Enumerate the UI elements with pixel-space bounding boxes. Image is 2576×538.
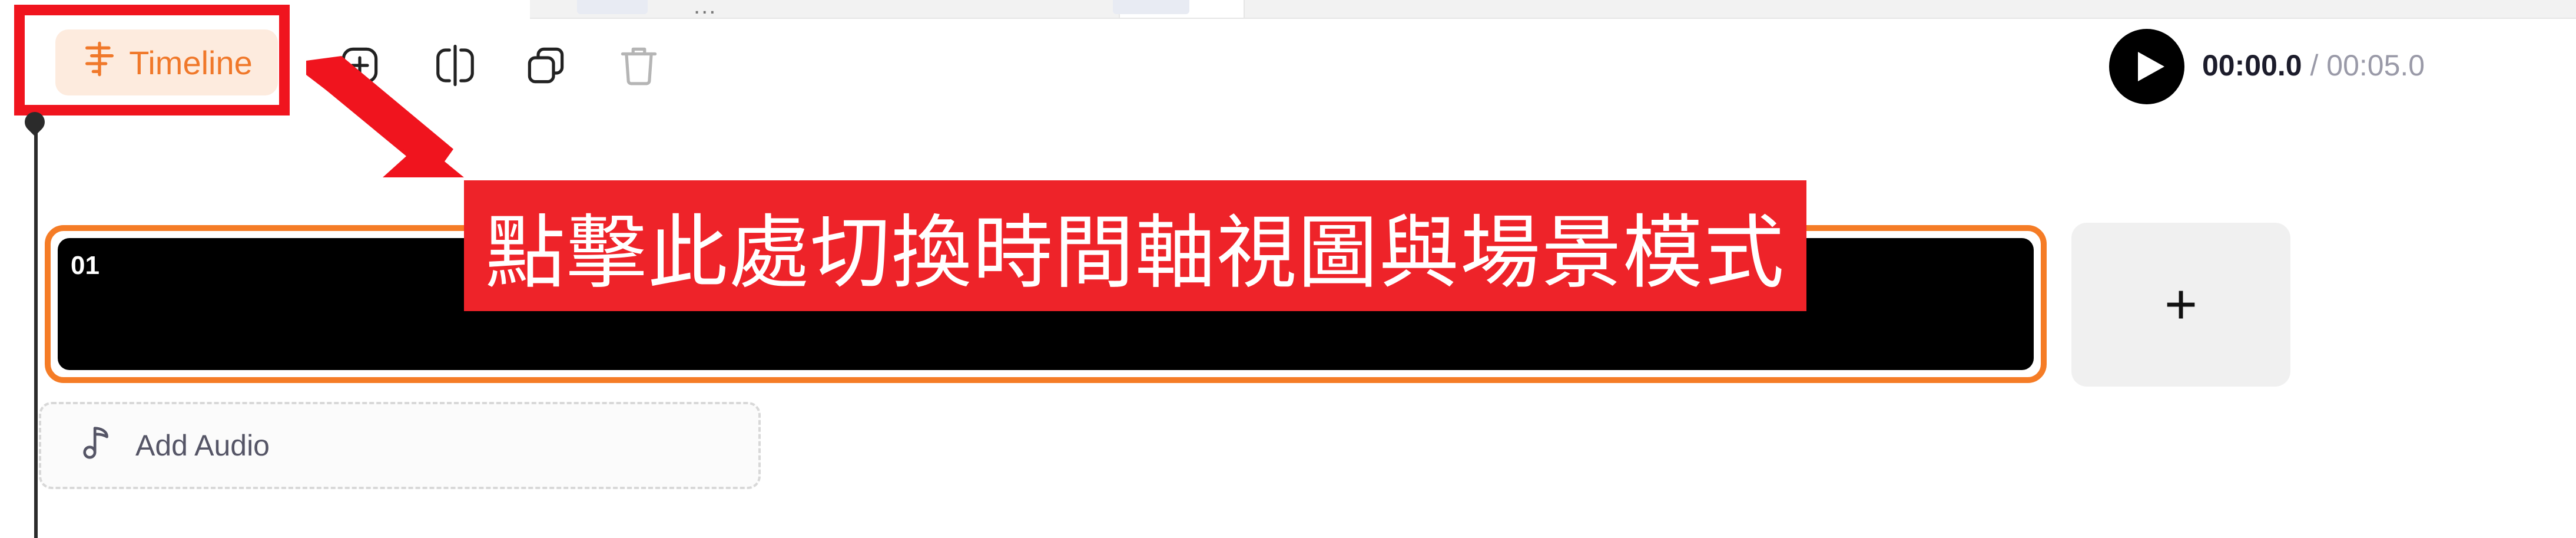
top-ghost-item <box>577 0 648 14</box>
play-button[interactable] <box>2109 29 2184 104</box>
time-readout: 00:00.0 / 00:05.0 <box>2202 48 2425 82</box>
add-scene-button[interactable]: + <box>2071 223 2290 387</box>
annotation-callout: 點擊此處切換時間軸視圖與場景模式 <box>464 180 1806 311</box>
add-audio-label: Add Audio <box>135 429 270 462</box>
play-icon <box>2138 52 2164 81</box>
top-ghost-item <box>1113 0 1189 14</box>
total-time: 00:05.0 <box>2326 49 2425 82</box>
scene-number: 01 <box>71 251 100 280</box>
top-panel-edge <box>530 0 2576 19</box>
delete-icon[interactable] <box>616 42 662 88</box>
current-time: 00:00.0 <box>2202 49 2302 82</box>
time-separator: / <box>2302 49 2327 82</box>
more-dots[interactable]: ... <box>694 0 717 19</box>
timeline-editor: ... Timeline 01 點擊此處切換時間軸視圖與場景模式 + Add A… <box>0 0 2576 538</box>
playhead-line[interactable] <box>34 118 38 538</box>
music-note-icon <box>78 421 119 470</box>
annotation-highlight-frame <box>14 5 290 115</box>
annotation-arrow-icon <box>306 56 464 177</box>
duplicate-icon[interactable] <box>523 42 569 88</box>
add-audio-button[interactable]: Add Audio <box>39 402 761 489</box>
